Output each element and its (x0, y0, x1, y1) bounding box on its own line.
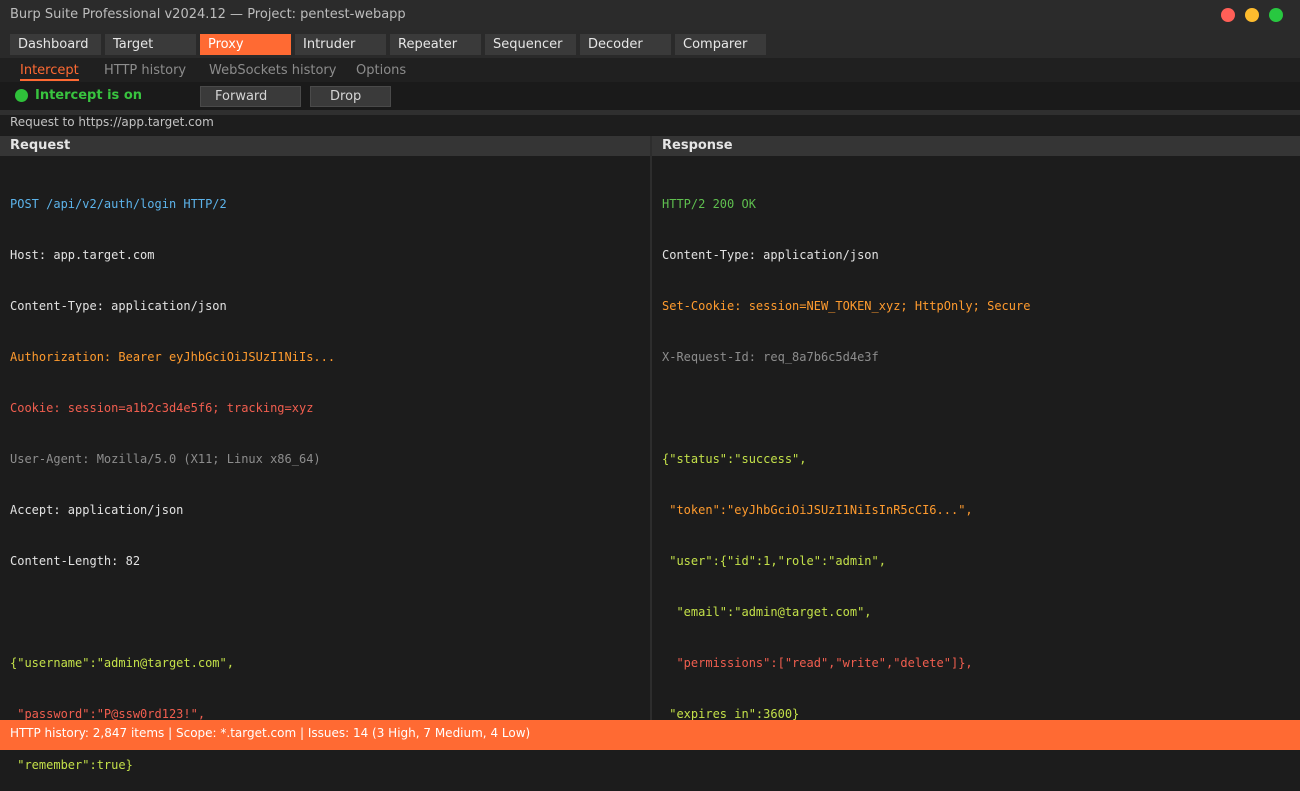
status-bar: HTTP history: 2,847 items | Scope: *.tar… (0, 720, 1300, 750)
request-target: Request to https://app.target.com (10, 115, 214, 129)
tab-proxy[interactable]: Proxy (200, 34, 291, 55)
subtab-websockets-history[interactable]: WebSockets history (209, 63, 336, 78)
window-title: Burp Suite Professional v2024.12 — Proje… (10, 7, 406, 22)
tab-comparer[interactable]: Comparer (675, 34, 766, 55)
status-text: HTTP history: 2,847 items | Scope: *.tar… (10, 726, 531, 740)
response-body-line: "email":"admin@target.com", (662, 605, 872, 619)
response-body-line: "user":{"id":1,"role":"admin", (662, 554, 886, 568)
title-bar: Burp Suite Professional v2024.12 — Proje… (0, 0, 1300, 30)
request-header-accept: Accept: application/json (10, 503, 184, 517)
subtab-options[interactable]: Options (356, 63, 406, 78)
tab-repeater[interactable]: Repeater (390, 34, 481, 55)
request-editor[interactable]: POST /api/v2/auth/login HTTP/2 Host: app… (10, 162, 335, 791)
request-panel-header: Request (0, 136, 650, 156)
request-header-content-type: Content-Type: application/json (10, 299, 227, 313)
response-blank-line (662, 400, 1030, 417)
tab-intruder[interactable]: Intruder (295, 34, 386, 55)
tab-dashboard[interactable]: Dashboard (10, 34, 101, 55)
proxy-sub-tab-bar: Intercept HTTP history WebSockets histor… (0, 58, 1300, 82)
intercept-toolbar: Intercept is on Forward Drop (0, 82, 1300, 110)
maximize-window-button[interactable] (1269, 8, 1283, 22)
close-window-button[interactable] (1221, 8, 1235, 22)
response-body-token-line: "token":"eyJhbGciOiJSUzI1NiIsInR5cCI6...… (662, 503, 973, 517)
subtab-http-history[interactable]: HTTP history (104, 63, 186, 78)
response-editor[interactable]: HTTP/2 200 OK Content-Type: application/… (662, 162, 1030, 740)
drop-button[interactable]: Drop (310, 86, 391, 107)
response-body-permissions-line: "permissions":["read","write","delete"]}… (662, 656, 973, 670)
panel-splitter[interactable] (650, 136, 652, 720)
response-body-line: {"status":"success", (662, 452, 807, 466)
forward-button[interactable]: Forward (200, 86, 301, 107)
request-header-content-length: Content-Length: 82 (10, 554, 141, 568)
request-header-cookie: Cookie: session=a1b2c3d4e5f6; tracking=x… (10, 401, 314, 415)
intercept-status-icon (15, 89, 28, 102)
response-status-line: HTTP/2 200 OK (662, 197, 756, 211)
request-body-line: {"username":"admin@target.com", (10, 656, 234, 670)
main-tab-bar: Dashboard Target Proxy Intruder Repeater… (0, 30, 1300, 58)
request-target-bar: Request to https://app.target.com (0, 115, 1300, 135)
intercept-toggle[interactable]: Intercept is on (35, 88, 142, 103)
request-header-user-agent: User-Agent: Mozilla/5.0 (X11; Linux x86_… (10, 452, 321, 466)
tab-decoder[interactable]: Decoder (580, 34, 671, 55)
request-header-host: Host: app.target.com (10, 248, 155, 262)
subtab-intercept[interactable]: Intercept (20, 63, 79, 81)
request-line: POST /api/v2/auth/login HTTP/2 (10, 197, 227, 211)
response-header-set-cookie: Set-Cookie: session=NEW_TOKEN_xyz; HttpO… (662, 299, 1031, 313)
response-panel-header: Response (652, 136, 1300, 156)
tab-target[interactable]: Target (105, 34, 196, 55)
minimize-window-button[interactable] (1245, 8, 1259, 22)
tab-sequencer[interactable]: Sequencer (485, 34, 576, 55)
request-header-authorization: Authorization: Bearer eyJhbGciOiJSUzI1Ni… (10, 350, 336, 364)
response-header-content-type: Content-Type: application/json (662, 248, 879, 262)
request-blank-line (10, 604, 335, 621)
request-body-line: "remember":true} (10, 758, 133, 772)
response-header-request-id: X-Request-Id: req_8a7b6c5d4e3f (662, 350, 879, 364)
